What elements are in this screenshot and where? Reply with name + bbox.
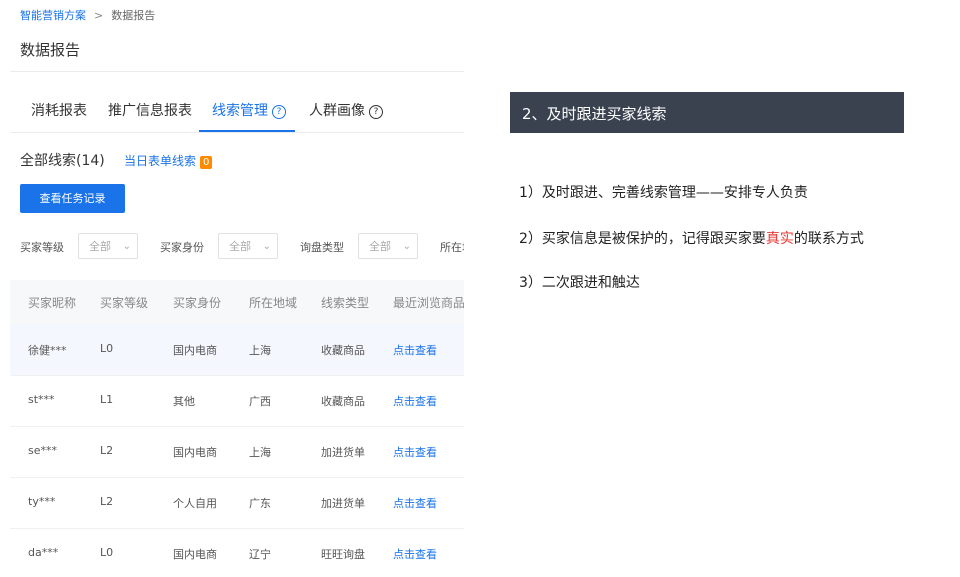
buyer-nickname: ty*** [28, 495, 56, 508]
slide-heading: 2、及时跟进买家线索 [522, 105, 667, 123]
chevron-down-icon: ⌄ [262, 241, 271, 252]
table-row[interactable]: se*** L2 国内电商 上海 加进货单 点击查看 [10, 426, 464, 478]
inquiry-type-select[interactable]: 全部 ⌄ [358, 233, 418, 259]
tab-label: 人群画像 [309, 103, 365, 119]
column-header: 线索类型 [321, 296, 370, 310]
view-product-link[interactable]: 点击查看 [393, 342, 437, 358]
select-value: 全部 [229, 240, 251, 253]
tab-label: 推广信息报表 [108, 103, 192, 119]
lead-type: 收藏商品 [321, 344, 365, 357]
lead-type: 收藏商品 [321, 395, 365, 408]
lead-type: 加进货单 [321, 446, 365, 459]
buyer-region: 广东 [249, 497, 271, 510]
table-row[interactable]: da*** L0 国内电商 辽宁 旺旺询盘 点击查看 [10, 528, 464, 577]
tab-audience-portrait[interactable]: 人群画像? [309, 100, 383, 120]
buyer-level: L2 [100, 495, 114, 508]
select-value: 全部 [89, 240, 111, 253]
tab-label: 线索管理 [212, 103, 268, 119]
today-leads-label: 当日表单线索 [124, 154, 197, 168]
buyer-level: L2 [100, 444, 114, 457]
buyer-level: L0 [100, 546, 114, 559]
column-header: 买家等级 [100, 296, 149, 310]
slide-point-2: 2）买家信息是被保护的，记得跟买家要真实的联系方式 [519, 228, 864, 248]
buyer-identity: 其他 [173, 395, 195, 408]
tab-label: 消耗报表 [31, 103, 87, 119]
filter-label-location: 所在地 [440, 241, 464, 254]
breadcrumb: 智能营销方案 > 数据报告 [20, 7, 155, 23]
buyer-nickname: st*** [28, 393, 55, 406]
lead-type: 加进货单 [321, 497, 365, 510]
column-header: 所在地域 [249, 296, 298, 310]
buyer-identity: 国内电商 [173, 548, 217, 561]
slide-point-1: 1）及时跟进、完善线索管理——安排专人负责 [519, 182, 808, 202]
tab-consumption[interactable]: 消耗报表 [31, 100, 87, 120]
table-header: 买家昵称 买家等级 买家身份 所在地域 线索类型 最近浏览商品 [10, 280, 464, 324]
filter-label-buyer-identity: 买家身份 [160, 241, 204, 254]
today-form-leads-link[interactable]: 当日表单线索 0 [124, 152, 213, 169]
filter-label-inquiry-type: 询盘类型 [300, 241, 344, 254]
buyer-region: 上海 [249, 446, 271, 459]
point-text: 2）买家信息是被保护的，记得跟买家要 [519, 231, 766, 247]
page-title: 数据报告 [20, 41, 81, 59]
buyer-level: L1 [100, 393, 114, 406]
view-product-link[interactable]: 点击查看 [393, 393, 437, 409]
buyer-level: L0 [100, 342, 114, 355]
breadcrumb-root-link[interactable]: 智能营销方案 [20, 9, 86, 22]
view-product-link[interactable]: 点击查看 [393, 546, 437, 562]
breadcrumb-separator: > [94, 9, 104, 22]
view-task-records-button[interactable]: 查看任务记录 [20, 184, 125, 213]
table-row[interactable]: st*** L1 其他 广西 收藏商品 点击查看 [10, 375, 464, 427]
table-row[interactable]: ty*** L2 个人自用 广东 加进货单 点击查看 [10, 477, 464, 529]
buyer-identity: 国内电商 [173, 446, 217, 459]
point-text-suffix: 的联系方式 [793, 231, 864, 247]
view-product-link[interactable]: 点击查看 [393, 495, 437, 511]
buyer-nickname: 徐健*** [28, 344, 67, 357]
chevron-down-icon: ⌄ [122, 241, 131, 252]
filter-bar: 买家等级 全部 ⌄ 买家身份 全部 ⌄ 询盘类型 全部 ⌄ 所在地 [20, 233, 464, 261]
slide-point-3: 3）二次跟进和触达 [519, 272, 640, 292]
column-header: 最近浏览商品 [393, 296, 464, 310]
column-header: 买家身份 [173, 296, 222, 310]
slide-heading-banner: 2、及时跟进买家线索 [510, 92, 904, 133]
filter-label-buyer-level: 买家等级 [20, 241, 64, 254]
all-leads-count[interactable]: 全部线索(14) [20, 150, 105, 170]
buyer-nickname: da*** [28, 546, 59, 559]
point-text: 1）及时跟进、完善线索管理——安排专人负责 [519, 185, 808, 201]
point-text: 3）二次跟进和触达 [519, 275, 640, 291]
breadcrumb-current: 数据报告 [111, 9, 156, 22]
buyer-region: 辽宁 [249, 548, 271, 561]
buyer-identity: 个人自用 [173, 497, 217, 510]
buyer-nickname: se*** [28, 444, 57, 457]
column-header: 买家昵称 [28, 296, 77, 310]
lead-type: 旺旺询盘 [321, 548, 365, 561]
buyer-region: 广西 [249, 395, 271, 408]
buyer-identity-select[interactable]: 全部 ⌄ [218, 233, 278, 259]
buyer-region: 上海 [249, 344, 271, 357]
chevron-down-icon: ⌄ [402, 241, 411, 252]
divider [10, 132, 464, 133]
today-leads-badge: 0 [200, 156, 213, 169]
select-value: 全部 [369, 240, 391, 253]
buyer-level-select[interactable]: 全部 ⌄ [78, 233, 138, 259]
table-row[interactable]: 徐健*** L0 国内电商 上海 收藏商品 点击查看 [10, 324, 464, 376]
tab-promotion[interactable]: 推广信息报表 [108, 100, 192, 120]
divider [10, 71, 464, 72]
view-product-link[interactable]: 点击查看 [393, 444, 437, 460]
help-icon[interactable]: ? [272, 105, 286, 119]
help-icon[interactable]: ? [369, 105, 383, 119]
highlight-text: 真实 [765, 231, 794, 247]
report-panel: 智能营销方案 > 数据报告 数据报告 消耗报表 推广信息报表 线索管理? 人群画像?… [0, 0, 464, 577]
buyer-identity: 国内电商 [173, 344, 217, 357]
report-tabs: 消耗报表 推广信息报表 线索管理? 人群画像? [0, 92, 464, 132]
tab-lead-management[interactable]: 线索管理? [212, 100, 286, 120]
